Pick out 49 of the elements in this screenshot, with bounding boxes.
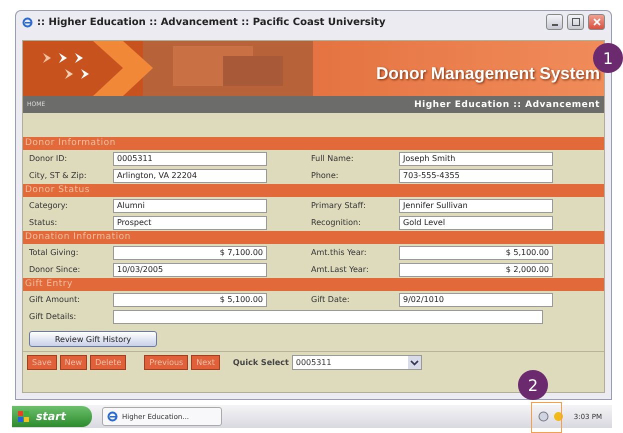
field-label: Phone: [311,171,340,180]
field-label: Recognition: [311,218,362,227]
review-history-button[interactable]: Review Gift History [29,331,157,347]
section-header: Gift Entry [23,278,604,291]
field-label: City, ST & Zip: [29,171,88,180]
section-header: Donor Information [23,137,604,150]
text-field[interactable]: Alumni [113,198,267,212]
breadcrumb: Higher Education :: Advancement [414,100,600,110]
browser-icon [22,16,33,28]
close-button[interactable] [588,14,605,30]
window-title: :: Higher Education :: Advancement :: Pacific Coast University [37,16,386,28]
browser-icon [107,411,118,422]
minimize-button[interactable] [546,14,563,30]
highlight-frame [531,402,562,433]
field-label: Category: [29,201,69,210]
quick-select-label: Quick Select [232,358,289,367]
text-field[interactable]: Arlington, VA 22204 [113,168,267,182]
maximize-button[interactable] [567,14,584,30]
text-field[interactable]: Joseph Smith [399,152,553,166]
field-label: Gift Details: [29,312,78,321]
field-label: Donor Since: [29,265,82,274]
text-field[interactable]: 9/02/1010 [399,292,553,306]
field-label: Donor ID: [29,154,68,163]
quick-select-dropdown[interactable]: 0005311 [292,355,422,370]
text-field[interactable]: Jennifer Sullivan [399,198,553,212]
amount-field[interactable]: $ 5,100.00 [399,246,553,260]
text-field[interactable]: 703-555-4355 [399,168,553,182]
field-label: Amt.this Year: [311,248,368,257]
field-label: Status: [29,218,58,227]
field-label: Gift Amount: [29,295,81,304]
text-field[interactable] [113,310,543,324]
field-label: Amt.Last Year: [311,265,370,274]
text-field[interactable]: 10/03/2005 [113,262,267,276]
section-header: Donation Information [23,231,604,244]
text-field[interactable]: Gold Level [399,216,553,230]
network-icon[interactable] [538,411,549,422]
text-field[interactable]: 0005311 [113,152,267,166]
field-label: Gift Date: [311,295,351,304]
maximize-icon [572,18,580,26]
field-label: Primary Staff: [311,201,367,210]
section-header: Donor Status [23,184,604,197]
field-label: Full Name: [311,154,355,163]
windows-flag-icon [18,410,30,422]
close-icon [592,18,600,26]
field-label: Total Giving: [29,248,80,257]
amount-field[interactable]: $ 7,100.00 [113,246,267,260]
amount-field[interactable]: $ 5,100.00 [113,292,267,306]
text-field[interactable]: Prospect [113,216,267,230]
amount-field[interactable]: $ 2,000.00 [399,262,553,276]
